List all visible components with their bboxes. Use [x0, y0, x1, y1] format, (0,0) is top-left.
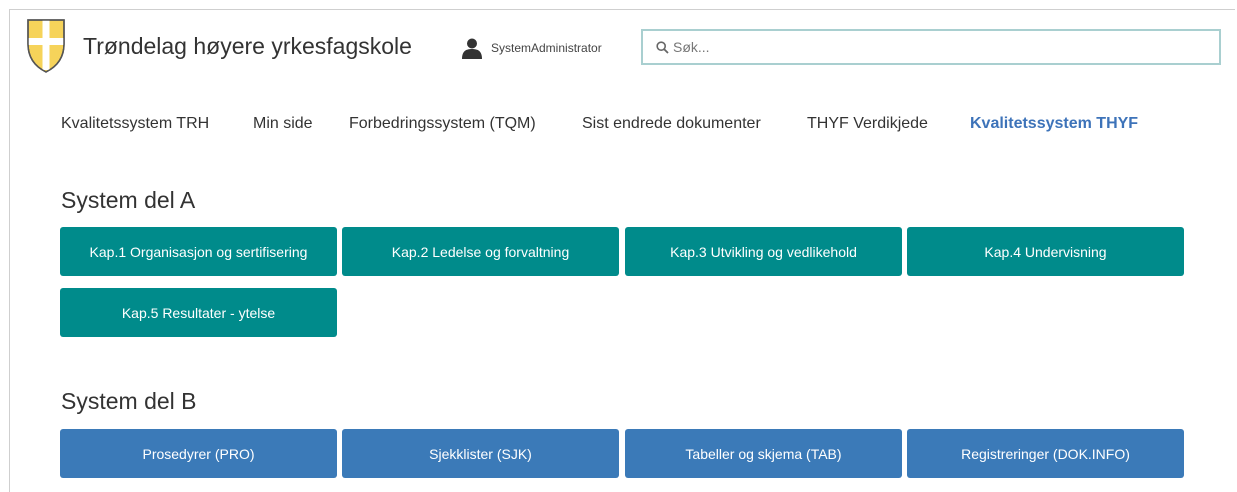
tile-sjekklister[interactable]: Sjekklister (SJK)	[342, 429, 619, 478]
tile-kap2[interactable]: Kap.2 Ledelse og forvaltning	[342, 227, 619, 276]
coat-of-arms-icon	[27, 19, 65, 73]
tile-registreringer[interactable]: Registreringer (DOK.INFO)	[907, 429, 1184, 478]
search-icon	[656, 40, 669, 54]
nav-item-kvalitetssystem-trh[interactable]: Kvalitetssystem TRH	[61, 115, 209, 133]
user-icon	[462, 38, 482, 59]
nav-item-sist-endrede[interactable]: Sist endrede dokumenter	[582, 115, 761, 133]
user-name: SystemAdministrator	[491, 41, 602, 55]
nav-item-kvalitetssystem-thyf[interactable]: Kvalitetssystem THYF	[970, 115, 1138, 133]
tile-prosedyrer[interactable]: Prosedyrer (PRO)	[60, 429, 337, 478]
nav-item-min-side[interactable]: Min side	[253, 115, 313, 133]
search-input[interactable]	[673, 39, 1193, 55]
tile-tabeller[interactable]: Tabeller og skjema (TAB)	[625, 429, 902, 478]
search-box[interactable]	[641, 29, 1221, 65]
main-nav: Kvalitetssystem TRH Min side Forbedrings…	[0, 115, 1237, 135]
tile-kap1[interactable]: Kap.1 Organisasjon og sertifisering	[60, 227, 337, 276]
school-name: Trøndelag høyere yrkesfagskole	[83, 33, 412, 59]
user-menu[interactable]: SystemAdministrator	[461, 37, 602, 59]
tile-kap4[interactable]: Kap.4 Undervisning	[907, 227, 1184, 276]
section-title-del-b: System del B	[61, 388, 197, 414]
tile-kap5[interactable]: Kap.5 Resultater - ytelse	[60, 288, 337, 337]
nav-item-forbedringssystem[interactable]: Forbedringssystem (TQM)	[349, 115, 536, 133]
tile-kap3[interactable]: Kap.3 Utvikling og vedlikehold	[625, 227, 902, 276]
nav-item-thyf-verdikjede[interactable]: THYF Verdikjede	[807, 115, 928, 133]
section-title-del-a: System del A	[61, 187, 196, 213]
